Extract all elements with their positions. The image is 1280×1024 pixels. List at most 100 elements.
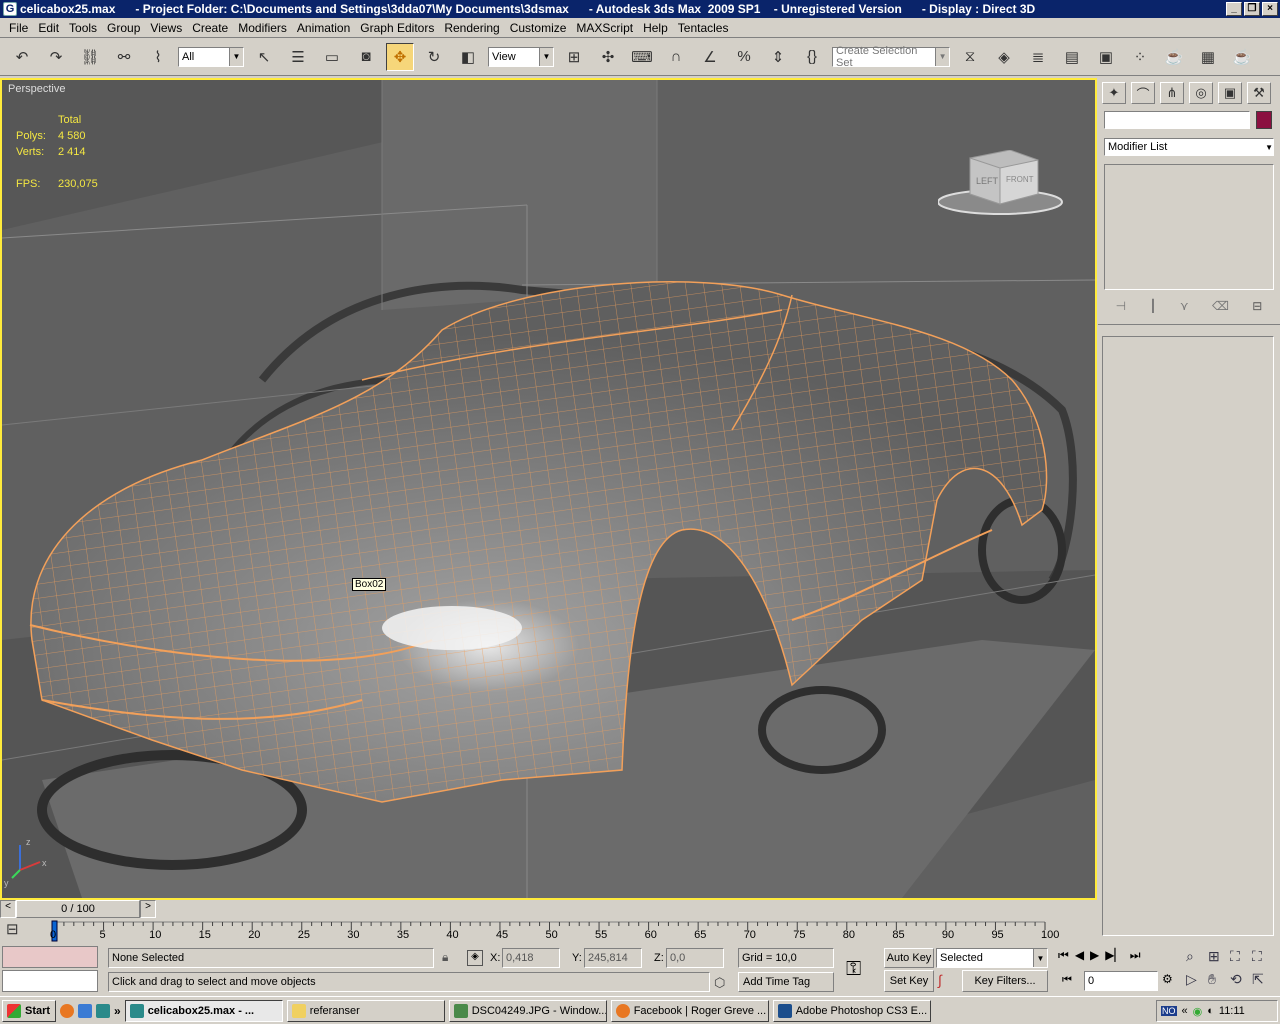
minimize-button[interactable]: _ bbox=[1226, 2, 1242, 16]
selection-filter-dropdown[interactable]: All ▼ bbox=[178, 46, 244, 67]
volume-icon[interactable]: ◐ bbox=[1207, 1005, 1214, 1017]
menu-group[interactable]: Group bbox=[102, 21, 145, 35]
menu-rendering[interactable]: Rendering bbox=[439, 21, 504, 35]
ref-coord-dropdown[interactable]: View ▼ bbox=[488, 46, 554, 67]
menu-views[interactable]: Views bbox=[145, 21, 187, 35]
task-facebook[interactable]: Facebook | Roger Greve ... bbox=[610, 999, 769, 1022]
edit-named-sel-icon[interactable]: {} bbox=[798, 43, 826, 71]
x-coordinate-field[interactable]: 0,418 bbox=[502, 948, 560, 968]
zoom-extents-all-icon[interactable]: ⛶ bbox=[1252, 948, 1274, 965]
select-link-icon[interactable]: ⛓ bbox=[76, 43, 104, 71]
render-setup-icon[interactable]: ☕ bbox=[1160, 43, 1188, 71]
tray-expand-icon[interactable]: « bbox=[1182, 1005, 1188, 1017]
firefox-icon[interactable] bbox=[60, 1003, 74, 1018]
menu-tools[interactable]: Tools bbox=[64, 21, 102, 35]
pivot-center-icon[interactable]: ⊞ bbox=[560, 43, 588, 71]
time-slider-thumb[interactable]: 0 / 100 bbox=[16, 900, 140, 918]
cube-icon[interactable]: ⬡ bbox=[714, 975, 725, 991]
pan-icon[interactable]: ✋︎ bbox=[1208, 971, 1230, 988]
menu-edit[interactable]: Edit bbox=[33, 21, 64, 35]
lock-icon[interactable]: 🔒︎ bbox=[442, 950, 448, 965]
redo-icon[interactable]: ↷ bbox=[42, 43, 70, 71]
object-color-swatch[interactable] bbox=[1256, 111, 1272, 129]
rect-region-icon[interactable]: ▭ bbox=[318, 43, 346, 71]
render-icon[interactable]: ☕ bbox=[1228, 43, 1256, 71]
ie-icon[interactable] bbox=[78, 1003, 92, 1018]
select-move-icon[interactable]: ✥ bbox=[386, 42, 414, 71]
percent-snap-icon[interactable]: % bbox=[730, 43, 758, 71]
goto-end-icon[interactable]: ⏭ bbox=[1130, 948, 1141, 963]
object-name-field[interactable] bbox=[1104, 111, 1250, 129]
remove-modifier-icon[interactable]: ⌫ bbox=[1212, 299, 1229, 313]
unlink-icon[interactable]: ⚯ bbox=[110, 43, 138, 71]
menu-file[interactable]: File bbox=[4, 21, 33, 35]
select-scale-icon[interactable]: ◧ bbox=[454, 43, 482, 71]
window-crossing-icon[interactable]: ◙ bbox=[352, 43, 380, 71]
menu-tentacles[interactable]: Tentacles bbox=[673, 21, 734, 35]
configure-sets-icon[interactable]: ⊟ bbox=[1252, 299, 1262, 313]
rendered-frame-icon[interactable]: ▦ bbox=[1194, 43, 1222, 71]
spinner-snap-icon[interactable]: ⇕ bbox=[764, 43, 792, 71]
manipulate-icon[interactable]: ✣ bbox=[594, 43, 622, 71]
select-rotate-icon[interactable]: ↻ bbox=[420, 43, 448, 71]
select-by-name-icon[interactable]: ☰ bbox=[284, 43, 312, 71]
perspective-viewport[interactable]: z x y LEFT FRONT Perspective Total Polys… bbox=[0, 78, 1097, 900]
hierarchy-icon[interactable]: ⋔ bbox=[1160, 82, 1184, 104]
time-next-button[interactable]: > bbox=[140, 900, 156, 918]
add-time-tag-button[interactable]: Add Time Tag bbox=[738, 972, 834, 992]
menu-customize[interactable]: Customize bbox=[505, 21, 572, 35]
network-icon[interactable]: ◉ bbox=[1193, 1005, 1203, 1018]
field-of-view-icon[interactable]: ▷ bbox=[1186, 971, 1208, 988]
align-icon[interactable]: ◈ bbox=[990, 43, 1018, 71]
3dsmax-quicklaunch-icon[interactable] bbox=[96, 1003, 110, 1018]
key-filters-button[interactable]: Key Filters... bbox=[962, 970, 1048, 992]
modify-icon[interactable]: ⌒ bbox=[1131, 82, 1155, 104]
layer-manager-icon[interactable]: ≣ bbox=[1024, 43, 1052, 71]
modifier-list-dropdown[interactable]: Modifier List ▼ bbox=[1104, 138, 1274, 156]
y-coordinate-field[interactable]: 245,814 bbox=[584, 948, 642, 968]
key-icon[interactable]: ⚿ bbox=[846, 958, 861, 981]
select-object-icon[interactable]: ↖ bbox=[250, 43, 278, 71]
menu-help[interactable]: Help bbox=[638, 21, 673, 35]
keyboard-shortcut-icon[interactable]: ⌨ bbox=[628, 43, 656, 71]
current-frame-field[interactable]: 0 bbox=[1084, 971, 1158, 991]
task-photoshop[interactable]: Adobe Photoshop CS3 E... bbox=[772, 999, 931, 1022]
zoom-extents-icon[interactable]: ⛶ bbox=[1230, 948, 1252, 965]
language-indicator[interactable]: NO bbox=[1161, 1006, 1177, 1016]
menu-animation[interactable]: Animation bbox=[292, 21, 355, 35]
quicklaunch-more[interactable]: » bbox=[114, 1004, 121, 1018]
create-icon[interactable]: ✦ bbox=[1102, 82, 1126, 104]
time-config-icon[interactable]: ⚙ bbox=[1162, 972, 1173, 986]
snap-3-icon[interactable]: ∩ bbox=[662, 43, 690, 71]
task-image-viewer[interactable]: DSC04249.JPG - Window... bbox=[448, 999, 607, 1022]
pin-stack-icon[interactable]: ⊣ bbox=[1116, 299, 1126, 313]
key-mode-toggle-icon[interactable]: ⏮ bbox=[1062, 974, 1072, 987]
display-icon[interactable]: ▣ bbox=[1218, 82, 1242, 104]
track-bar[interactable]: ⊟ 0 5 10 15 20 25 30 35 40 45 50 55 60 65 70 75 80 85 90 95… bbox=[0, 918, 1097, 944]
viewport-label[interactable]: Perspective bbox=[8, 83, 65, 95]
time-prev-button[interactable]: < bbox=[0, 900, 16, 918]
make-unique-icon[interactable]: ⋎ bbox=[1180, 299, 1189, 313]
absolute-mode-icon[interactable]: ◈ bbox=[467, 950, 483, 966]
material-editor-icon[interactable]: ⁘ bbox=[1126, 43, 1154, 71]
utilities-icon[interactable]: ⚒ bbox=[1247, 82, 1271, 104]
zoom-all-icon[interactable]: ⊞ bbox=[1208, 948, 1230, 965]
play-icon[interactable]: ▶︎ bbox=[1090, 948, 1099, 963]
angle-snap-icon[interactable]: ∠ bbox=[696, 43, 724, 71]
modifier-stack[interactable] bbox=[1104, 164, 1274, 290]
prev-frame-icon[interactable]: ◀︎ bbox=[1075, 948, 1084, 963]
task-referanser[interactable]: referanser bbox=[286, 999, 445, 1022]
curve-editor-icon[interactable]: ▤ bbox=[1058, 43, 1086, 71]
menu-graph-editors[interactable]: Graph Editors bbox=[355, 21, 439, 35]
key-mode-dropdown[interactable]: Selected ▼ bbox=[936, 948, 1048, 968]
auto-key-button[interactable]: Auto Key bbox=[884, 948, 934, 968]
set-key-button[interactable]: Set Key bbox=[884, 970, 934, 992]
menu-modifiers[interactable]: Modifiers bbox=[233, 21, 292, 35]
next-frame-icon[interactable]: ▶︎▏ bbox=[1105, 948, 1123, 963]
app-icon[interactable]: G bbox=[3, 2, 17, 16]
restore-button[interactable]: ❐ bbox=[1244, 2, 1260, 16]
selection-set-dropdown[interactable]: Create Selection Set ▼ bbox=[832, 45, 950, 69]
goto-start-icon[interactable]: ⏮ bbox=[1058, 948, 1069, 963]
menu-maxscript[interactable]: MAXScript bbox=[571, 21, 638, 35]
maximize-viewport-icon[interactable]: ⇱ bbox=[1252, 971, 1274, 988]
